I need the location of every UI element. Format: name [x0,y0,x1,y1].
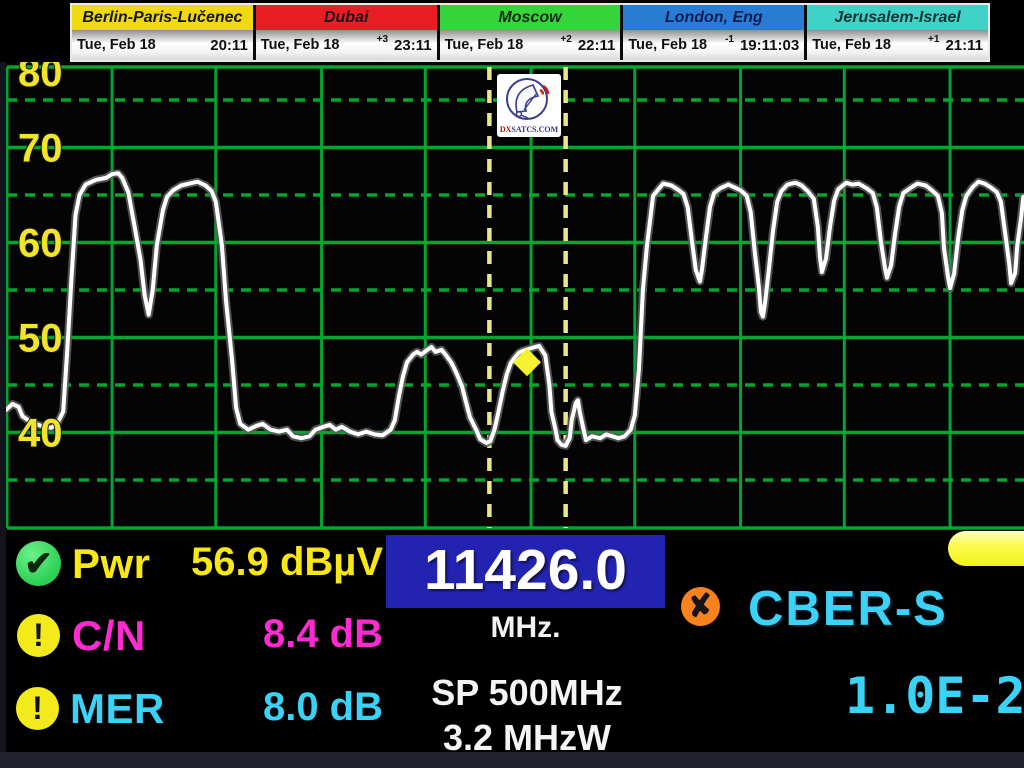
spectrum-trace-halo [6,173,1023,446]
y-axis-tick-label: 70 [18,127,63,171]
span-label: SP 500MHz [387,672,667,714]
y-axis-tick-label: 60 [18,222,63,266]
clock-date-row: Tue, Feb 18 +2 22:11 [440,30,621,60]
clock-city-name: Berlin-Paris-Lučenec [72,5,253,30]
clock-date: Tue, Feb 18 [77,37,156,53]
clock-utc-offset: +2 [560,34,571,45]
clock-date-row: Tue, Feb 18 +3 23:11 [256,30,437,60]
clock-city-name: Dubai [256,5,437,30]
cn-warning-icon: ! [17,614,60,657]
mer-warning-icon: ! [16,687,59,730]
clock-time: 19:11:03 [740,37,799,54]
clock-date: Tue, Feb 18 [445,37,524,53]
clock-date-row: Tue, Feb 18 +1 21:11 [807,30,988,60]
clock-city-cell: Berlin-Paris-Lučenec Tue, Feb 18 20:11 [72,5,253,60]
frequency-display[interactable]: 11426.0 [386,535,665,608]
clock-city-cell: Dubai Tue, Feb 18 +3 23:11 [256,5,437,60]
clock-city-name: Moscow [440,5,621,30]
yellow-pill-button[interactable] [948,531,1024,566]
cber-value: 1.0E-2 [845,667,1024,725]
clock-city-cell: London, Eng Tue, Feb 18 -1 19:11:03 [623,5,804,60]
cn-value: 8.4 dB [150,612,383,657]
pwr-label: Pwr [72,540,151,588]
satellite-dish-icon: DXSATCS.COM [497,74,561,137]
clock-city-cell: Moscow Tue, Feb 18 +2 22:11 [440,5,621,60]
exclamation-glyph: ! [32,690,43,727]
clock-date: Tue, Feb 18 [261,37,340,53]
dxsatcs-logo: DXSATCS.COM [497,74,561,137]
clock-date-row: Tue, Feb 18 20:11 [72,30,253,60]
clock-time: 21:11 [945,37,983,54]
y-axis-tick-label: 80 [18,62,63,95]
clock-time: 23:11 [394,37,432,54]
bottom-edge-strip [0,752,1024,768]
clock-time: 22:11 [578,37,616,54]
clock-time: 20:11 [210,37,248,54]
world-clock-bar: Berlin-Paris-Lučenec Tue, Feb 18 20:11 Duba… [70,3,990,62]
svg-text:DXSATCS.COM: DXSATCS.COM [500,125,559,134]
clock-date: Tue, Feb 18 [628,37,707,53]
screen-left-border [0,62,6,768]
pwr-ok-check-icon: ✔ [16,541,61,586]
clock-utc-offset: +3 [377,34,388,45]
pwr-value: 56.9 dBµV [150,540,383,585]
cber-fail-x-icon: ✘ [678,584,722,628]
satellite-meter-screen: { "world_clock": { "cities": [ {"name":"… [0,0,1024,768]
clock-city-cell: Jerusalem-Israel Tue, Feb 18 +1 21:11 [807,5,988,60]
clock-date-row: Tue, Feb 18 -1 19:11:03 [623,30,804,60]
y-axis-tick-label: 40 [18,412,63,456]
clock-utc-offset: -1 [725,34,734,45]
frequency-unit-label: MHz. [386,611,665,645]
cber-label: CBER-S [748,581,948,637]
exclamation-glyph: ! [33,617,44,654]
logo-text: SATCS.COM [511,125,558,134]
clock-city-name: Jerusalem-Israel [807,5,988,30]
cn-label: C/N [72,612,146,660]
y-axis-tick-label: 50 [18,317,63,361]
x-glyph: ✘ [686,587,716,625]
clock-city-name: London, Eng [623,5,804,30]
clock-utc-offset: +1 [928,34,939,45]
mer-value: 8.0 dB [150,685,383,730]
check-glyph: ✔ [24,544,53,584]
clock-date: Tue, Feb 18 [812,37,891,53]
